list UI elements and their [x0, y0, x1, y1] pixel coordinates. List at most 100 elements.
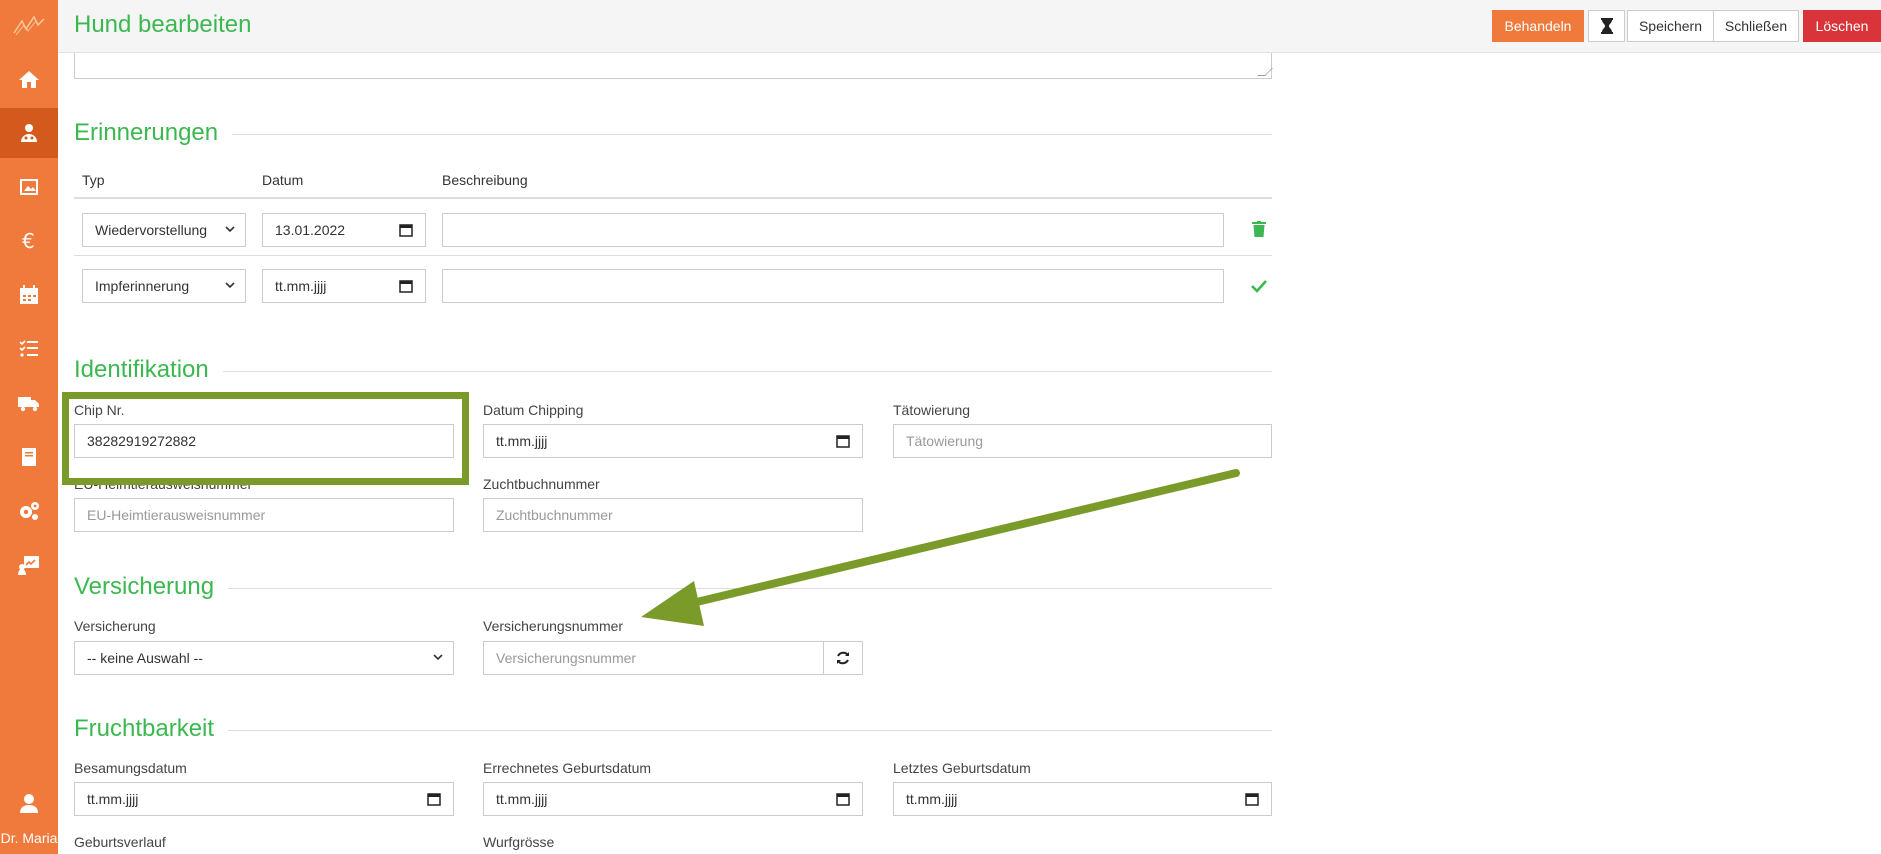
- page-title: Hund bearbeiten: [74, 11, 252, 38]
- section-title-identification: Identifikation: [74, 356, 223, 384]
- save-button[interactable]: Speichern: [1627, 10, 1714, 42]
- sidebar: € Dr. Maria: [0, 0, 58, 854]
- section-divider: [74, 134, 1272, 135]
- last-birth-date-label: Letztes Geburtsdatum: [893, 760, 1031, 776]
- insemination-date-label: Besamungsdatum: [74, 760, 187, 776]
- insurer-select[interactable]: -- keine Auswahl --: [74, 641, 454, 675]
- section-divider: [74, 588, 1272, 589]
- logo[interactable]: [0, 6, 58, 46]
- birth-course-label: Geburtsverlauf: [74, 834, 166, 850]
- insurance-number-input[interactable]: Versicherungsnummer: [483, 641, 824, 675]
- trash-icon[interactable]: [1252, 221, 1266, 237]
- chipping-date-input[interactable]: tt.mm.jjjj: [483, 424, 863, 458]
- chevron-down-icon: [225, 282, 235, 289]
- home-icon: [19, 71, 39, 88]
- sidebar-item-tasks[interactable]: [0, 324, 58, 374]
- image-icon: [20, 179, 38, 195]
- calendar-icon[interactable]: [427, 792, 441, 806]
- settings-icon: [20, 502, 39, 520]
- chipping-date-value: tt.mm.jjjj: [496, 433, 548, 449]
- patients-icon: [21, 124, 37, 142]
- chevron-down-icon: [433, 654, 443, 661]
- litter-size-label: Wurfgrösse: [483, 834, 555, 850]
- reminder-type-select[interactable]: Impferinnerung: [82, 269, 246, 303]
- reminder-date-value: 13.01.2022: [275, 222, 346, 238]
- reminder-date-input[interactable]: tt.mm.jjjj: [262, 269, 426, 303]
- svg-text:€: €: [22, 229, 35, 253]
- insurer-value: -- keine Auswahl --: [87, 650, 203, 666]
- close-button[interactable]: Schließen: [1713, 10, 1799, 42]
- notes-textarea[interactable]: [74, 53, 1272, 79]
- user-avatar[interactable]: [0, 788, 58, 818]
- section-title-fertility: Fruchtbarkeit: [74, 715, 229, 743]
- calendar-icon[interactable]: [399, 279, 413, 293]
- insemination-date-value: tt.mm.jjjj: [87, 791, 139, 807]
- sidebar-item-journal[interactable]: [0, 432, 58, 482]
- tasks-icon: [19, 340, 38, 357]
- app-window: € Dr. Maria Hund bearbeiten Behandeln Sp…: [0, 0, 1881, 854]
- section-title-reminders: Erinnerungen: [74, 119, 233, 147]
- calendar-icon[interactable]: [399, 223, 413, 237]
- reminder-type-select[interactable]: Wiedervorstellung: [82, 213, 246, 247]
- chipping-date-label: Datum Chipping: [483, 402, 584, 418]
- refresh-button[interactable]: [823, 641, 863, 675]
- annotation-highlight-box: [62, 392, 469, 485]
- reminder-date-value: tt.mm.jjjj: [275, 278, 327, 294]
- check-icon[interactable]: [1251, 279, 1267, 293]
- sidebar-item-statistics[interactable]: [0, 540, 58, 590]
- hourglass-icon: [1600, 18, 1613, 34]
- chevron-down-icon: [225, 226, 235, 233]
- studbook-number-placeholder: Zuchtbuchnummer: [496, 507, 613, 523]
- tattoo-placeholder: Tätowierung: [906, 433, 984, 449]
- insemination-date-input[interactable]: tt.mm.jjjj: [74, 782, 454, 816]
- sidebar-item-images[interactable]: [0, 162, 58, 212]
- user-name[interactable]: Dr. Maria: [0, 830, 58, 846]
- calculated-birth-date-input[interactable]: tt.mm.jjjj: [483, 782, 863, 816]
- reminder-type-value: Impferinnerung: [95, 278, 190, 294]
- calendar-icon: [20, 285, 38, 304]
- statistics-icon: [18, 556, 39, 575]
- treat-button[interactable]: Behandeln: [1492, 10, 1584, 42]
- eu-pet-passport-input[interactable]: EU-Heimtierausweisnummer: [74, 498, 454, 532]
- sidebar-item-delivery[interactable]: [0, 378, 58, 428]
- insurance-number-placeholder: Versicherungsnummer: [496, 650, 637, 666]
- insurance-number-label: Versicherungsnummer: [483, 618, 624, 634]
- column-header-date: Datum: [262, 172, 304, 188]
- tattoo-label: Tätowierung: [893, 402, 971, 418]
- refresh-icon: [837, 651, 849, 665]
- tattoo-input[interactable]: Tätowierung: [893, 424, 1272, 458]
- hourglass-button[interactable]: [1588, 10, 1625, 42]
- column-header-description: Beschreibung: [442, 172, 528, 188]
- last-birth-date-value: tt.mm.jjjj: [906, 791, 958, 807]
- studbook-number-input[interactable]: Zuchtbuchnummer: [483, 498, 863, 532]
- calendar-icon[interactable]: [836, 434, 850, 448]
- sidebar-item-billing[interactable]: €: [0, 216, 58, 266]
- column-header-type: Typ: [82, 172, 105, 188]
- table-header-rule: [74, 197, 1272, 199]
- calculated-birth-date-label: Errechnetes Geburtsdatum: [483, 760, 652, 776]
- reminder-date-input[interactable]: 13.01.2022: [262, 213, 426, 247]
- studbook-number-label: Zuchtbuchnummer: [483, 476, 600, 492]
- last-birth-date-input[interactable]: tt.mm.jjjj: [893, 782, 1272, 816]
- logo-icon: [13, 15, 45, 36]
- sidebar-item-settings[interactable]: [0, 486, 58, 536]
- reminder-description-input[interactable]: [442, 269, 1224, 303]
- calculated-birth-date-value: tt.mm.jjjj: [496, 791, 548, 807]
- reminder-type-value: Wiedervorstellung: [95, 222, 208, 238]
- sidebar-item-calendar[interactable]: [0, 270, 58, 320]
- euro-icon: €: [22, 229, 35, 253]
- section-divider: [74, 730, 1272, 731]
- sidebar-item-home[interactable]: [0, 55, 58, 105]
- sidebar-item-patients[interactable]: [0, 108, 58, 158]
- calendar-icon[interactable]: [1245, 792, 1259, 806]
- calendar-icon[interactable]: [836, 792, 850, 806]
- page-header: Hund bearbeiten Behandeln Speichern Schl…: [58, 0, 1881, 53]
- book-icon: [22, 448, 36, 466]
- eu-pet-passport-placeholder: EU-Heimtierausweisnummer: [87, 507, 266, 523]
- section-divider: [74, 371, 1272, 372]
- reminder-description-input[interactable]: [442, 213, 1224, 247]
- insurer-label: Versicherung: [74, 618, 156, 634]
- delete-button[interactable]: Löschen: [1803, 10, 1881, 42]
- table-row-divider: [74, 255, 1272, 256]
- section-title-insurance: Versicherung: [74, 573, 229, 601]
